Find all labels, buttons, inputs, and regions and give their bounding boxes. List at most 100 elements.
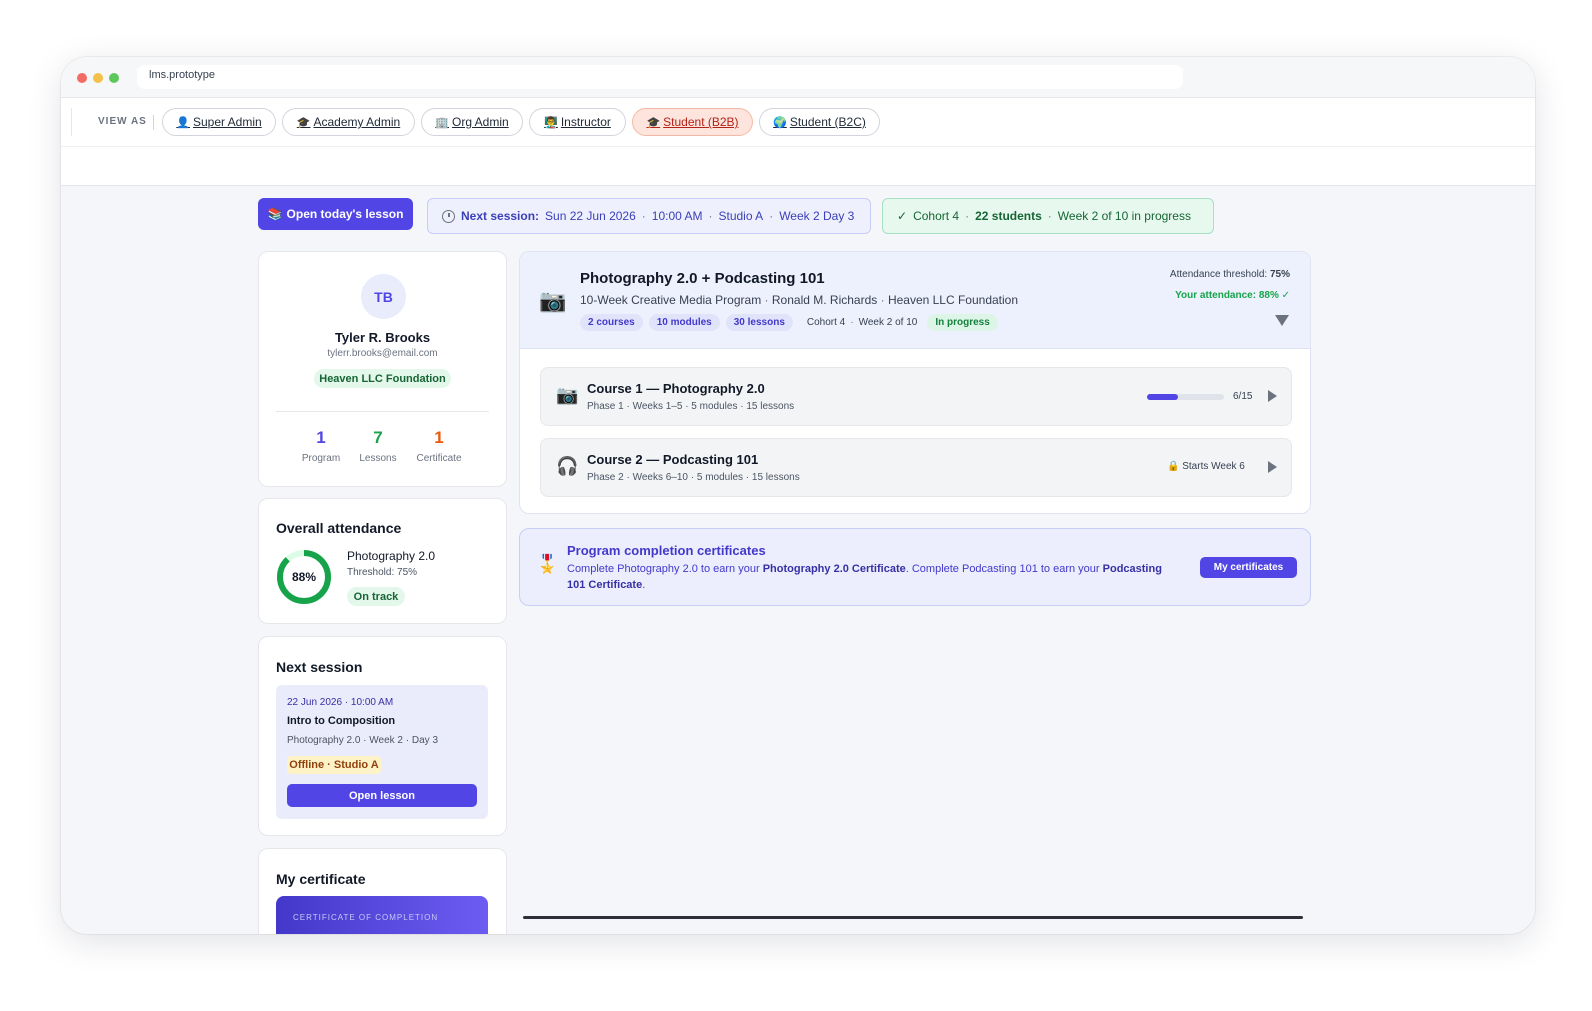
session-mode-badge: Offline · Studio A [287, 756, 381, 774]
next-session-location: Studio A [718, 209, 764, 223]
status-badge: In progress [927, 314, 998, 331]
divider [276, 411, 489, 412]
role-academy-admin-button[interactable]: 🎓 Academy Admin [282, 108, 415, 136]
course-title: Course 1 — Photography 2.0 [587, 381, 765, 396]
role-super-admin-button[interactable]: 👤 Super Admin [162, 108, 276, 136]
card-title: Overall attendance [276, 520, 402, 536]
role-student-b2b-button[interactable]: 🎓 Student (B2B) [632, 108, 753, 136]
separator: · [764, 293, 772, 307]
course-row-podcasting[interactable]: 🎧 Course 2 — Podcasting 101 Phase 2 · We… [540, 438, 1292, 497]
view-as-bar: VIEW AS 👤 Super Admin 🎓 Academy Admin 🏢 … [61, 98, 1535, 147]
divider [71, 108, 72, 136]
attendance-card: Overall attendance 88% Photography 2.0 T… [258, 498, 507, 624]
separator: · [965, 209, 970, 223]
program-instructor: Ronald M. Richards [771, 293, 878, 307]
program-header[interactable]: 📷 Photography 2.0 + Podcasting 101 10-We… [520, 252, 1310, 349]
separator: · [641, 209, 646, 223]
role-label: Student (B2C) [789, 115, 866, 129]
scroll-edge [523, 916, 1303, 919]
stat-label: Certificate [416, 453, 462, 464]
tag-courses: 2 courses [580, 314, 643, 331]
course-meta: Phase 2 · Weeks 6–10 · 5 modules · 15 le… [587, 472, 800, 483]
next-session-label: Next session: [461, 209, 540, 223]
program-cohort: Cohort 4 [806, 317, 846, 328]
profile-card: TB Tyler R. Brooks tylerr.brooks@email.c… [258, 251, 507, 487]
sub-header-bar [61, 147, 1535, 186]
program-week: Week 2 of 10 [858, 317, 918, 328]
building-icon: 🏢 [435, 116, 449, 129]
cohort-progress: Week 2 of 10 in progress [1057, 209, 1191, 223]
program-org: Heaven LLC Foundation [887, 293, 1019, 307]
role-instructor-button[interactable]: 👨‍🏫 Instructor [529, 108, 626, 136]
role-org-admin-button[interactable]: 🏢 Org Admin [421, 108, 523, 136]
expand-course-icon[interactable] [1268, 390, 1277, 402]
next-session-week: Week 2 Day 3 [779, 209, 855, 223]
open-lesson-button[interactable]: Open lesson [287, 784, 477, 807]
separator: · [769, 209, 774, 223]
your-attendance: Your attendance: 88% ✓ [1175, 290, 1290, 301]
tag-modules: 10 modules [648, 314, 720, 331]
button-label: Open today's lesson [286, 207, 404, 221]
program-title: Photography 2.0 + Podcasting 101 [580, 270, 825, 287]
certificates-banner: 🎖️ Program completion certificates Compl… [519, 528, 1311, 606]
banner-title: Program completion certificates [567, 543, 766, 558]
banner-text-bold: Photography 2.0 Certificate [762, 563, 906, 575]
view-as-label: VIEW AS [98, 116, 147, 127]
role-label: Super Admin [192, 115, 262, 129]
program-subtitle-line: 10-Week Creative Media Program · Ronald … [580, 293, 1018, 307]
graduation-cap-icon: 🎓 [296, 116, 311, 129]
role-label: Academy Admin [313, 115, 401, 129]
separator: · [1047, 209, 1052, 223]
session-datetime: 22 Jun 2026 · 10:00 AM [287, 697, 394, 708]
cohort-status-pill: ✓ Cohort 4 · 22 students · Week 2 of 10 … [882, 198, 1214, 234]
student-name: Tyler R. Brooks [334, 330, 431, 345]
expand-course-icon[interactable] [1268, 461, 1277, 473]
next-session-pill: Next session: Sun 22 Jun 2026 · 10:00 AM… [427, 198, 871, 234]
role-label: Instructor [560, 115, 611, 129]
my-certificates-button[interactable]: My certificates [1200, 557, 1297, 578]
card-title: My certificate [276, 871, 366, 887]
close-window-dot[interactable] [77, 73, 87, 83]
status-badge: On track [347, 587, 405, 606]
maximize-window-dot[interactable] [109, 73, 119, 83]
threshold-value: 75% [1269, 269, 1290, 280]
banner-text-part: Complete Photography 2.0 to earn your [567, 563, 763, 575]
my-certificate-card: My certificate CERTIFICATE OF COMPLETION [258, 848, 507, 934]
collapse-triangle-icon[interactable] [1275, 315, 1289, 326]
attendance-threshold-line: Attendance threshold: 75% [1170, 269, 1290, 280]
avatar: TB [361, 274, 406, 319]
course-title: Course 2 — Podcasting 101 [587, 452, 759, 467]
title-bar: lms.prototype [61, 57, 1535, 98]
role-label: Org Admin [452, 115, 509, 129]
user-icon: 👤 [176, 116, 190, 129]
browser-window: lms.prototype VIEW AS 👤 Super Admin 🎓 Ac… [61, 57, 1535, 934]
stat-value: 1 [434, 428, 444, 447]
course-progress-fill [1147, 394, 1178, 400]
attendance-threshold: Threshold: 75% [347, 567, 418, 578]
stat-label: Lessons [359, 453, 397, 464]
student-email: tylerr.brooks@email.com [327, 348, 438, 359]
course-lock-label: 🔒 Starts Week 6 [1167, 461, 1245, 472]
url-bar[interactable]: lms.prototype [137, 65, 1183, 89]
program-tags: 2 courses 10 modules 30 lessons Cohort 4… [580, 314, 998, 331]
certificate-preview[interactable]: CERTIFICATE OF COMPLETION [276, 896, 488, 934]
url-text: lms.prototype [149, 69, 216, 81]
program-card: 📷 Photography 2.0 + Podcasting 101 10-We… [519, 251, 1311, 514]
attendance-course: Photography 2.0 [347, 549, 436, 563]
camera-icon: 📷 [539, 288, 567, 313]
card-title: Next session [276, 659, 363, 675]
threshold-label: Attendance threshold: [1169, 269, 1268, 280]
divider [153, 115, 154, 130]
role-student-b2c-button[interactable]: 🌍 Student (B2C) [759, 108, 880, 136]
books-icon: 📚 [267, 207, 283, 221]
check-icon: ✓ [897, 209, 908, 223]
attendance-percent: 88% [291, 570, 317, 584]
open-todays-lesson-button[interactable]: 📚 Open today's lesson [258, 198, 413, 230]
course-meta: Phase 1 · Weeks 1–5 · 5 modules · 15 les… [587, 401, 795, 412]
banner-text-part: . [642, 579, 646, 591]
banner-text: Complete Photography 2.0 to earn your Ph… [567, 561, 1167, 593]
headphones-icon: 🎧 [556, 456, 579, 476]
teacher-icon: 👨‍🏫 [544, 116, 558, 129]
course-row-photography[interactable]: 📷 Course 1 — Photography 2.0 Phase 1 · W… [540, 367, 1292, 426]
minimize-window-dot[interactable] [93, 73, 103, 83]
